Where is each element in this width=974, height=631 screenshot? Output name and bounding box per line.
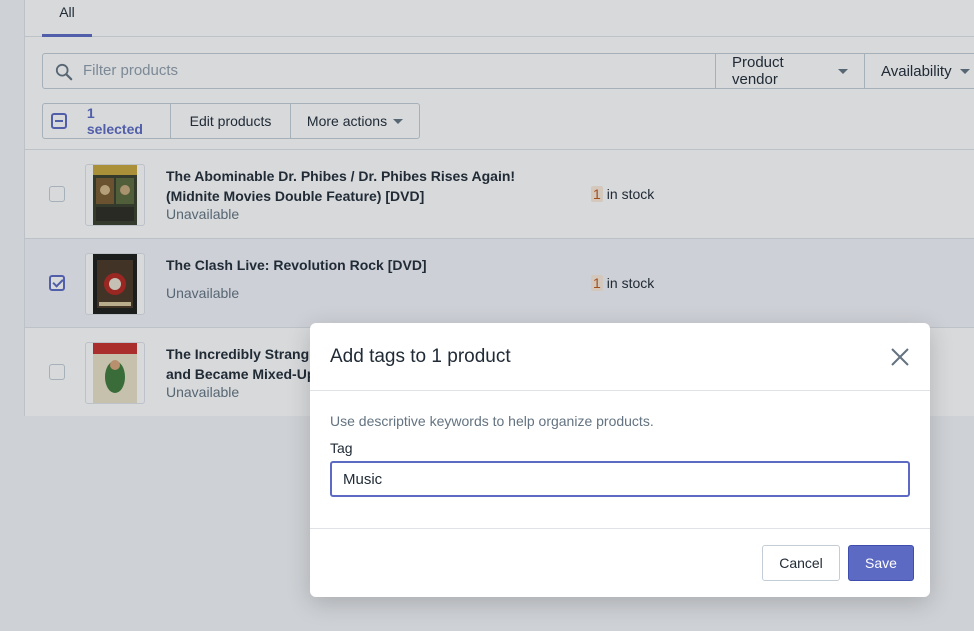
- cancel-button[interactable]: Cancel: [762, 545, 840, 581]
- close-icon[interactable]: [888, 345, 912, 369]
- tag-input[interactable]: [330, 461, 910, 497]
- help-text: Use descriptive keywords to help organiz…: [330, 413, 654, 429]
- tag-label: Tag: [330, 440, 353, 456]
- add-tags-modal: Add tags to 1 product Use descriptive ke…: [310, 323, 930, 597]
- modal-footer: Cancel Save: [310, 528, 930, 597]
- save-button[interactable]: Save: [848, 545, 914, 581]
- modal-title: Add tags to 1 product: [330, 346, 511, 367]
- modal-header: Add tags to 1 product: [310, 323, 930, 391]
- modal-body: Use descriptive keywords to help organiz…: [330, 413, 910, 497]
